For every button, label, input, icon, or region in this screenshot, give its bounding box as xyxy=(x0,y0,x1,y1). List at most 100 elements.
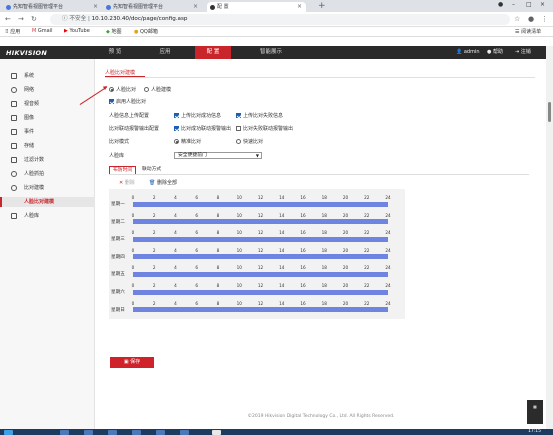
page-scrollbar[interactable] xyxy=(546,46,553,429)
hour-tick: 14 xyxy=(279,230,285,236)
hour-ticks: 0 2 4 6 8 10 12 14 16 18 20 22 24 xyxy=(132,230,391,236)
radio-precise[interactable] xyxy=(174,139,179,144)
hour-tick: 8 xyxy=(216,212,220,218)
sidebar-item-compare-model[interactable]: 比对建模 xyxy=(0,183,95,193)
hour-tick: 20 xyxy=(342,195,349,200)
upload-success-checkbox[interactable] xyxy=(174,113,179,118)
alarm-success-checkbox[interactable] xyxy=(174,126,179,131)
hour-tick: 10 xyxy=(236,300,242,306)
schedule-bar[interactable] xyxy=(133,201,388,207)
radio-fast[interactable] xyxy=(236,139,241,144)
browser-tab[interactable]: 先知智看视图管理平台 × xyxy=(3,2,102,12)
maximize-icon[interactable]: □ xyxy=(526,1,532,8)
schedule-bar[interactable] xyxy=(133,254,388,260)
close-icon[interactable]: × xyxy=(193,2,198,12)
close-icon[interactable]: × xyxy=(93,2,98,12)
sidebar-item-image[interactable]: 图像 xyxy=(0,113,95,123)
browser-tab[interactable]: 先知智看视图管理平台 × xyxy=(103,2,202,12)
user-menu[interactable]: 👤 admin xyxy=(456,46,480,59)
taskbar-app-icon[interactable] xyxy=(180,430,189,435)
schedule-bar[interactable] xyxy=(133,236,388,242)
nav-preview[interactable]: 预 览 xyxy=(97,46,133,59)
taskbar-app-icon[interactable] xyxy=(156,430,165,435)
nav-smart-display[interactable]: 智能展示 xyxy=(253,46,289,59)
bookmark-gmail[interactable]: M Gmail xyxy=(32,28,53,34)
schedule-bar[interactable] xyxy=(133,307,388,313)
day-label: 星期五 xyxy=(111,272,125,278)
day-label: 星期日 xyxy=(111,307,125,313)
nav-config[interactable]: 配 置 xyxy=(195,46,231,59)
sidebar-item-face-capture[interactable]: 人脸抓拍 xyxy=(0,169,95,179)
close-icon[interactable]: × xyxy=(297,2,302,12)
help-button[interactable]: ● 帮助 xyxy=(487,46,503,59)
reading-list[interactable]: ☰ 阅读清单 xyxy=(515,28,541,35)
radio-face-model[interactable] xyxy=(144,87,149,92)
schedule-grid[interactable]: 0 2 4 6 8 10 12 14 16 18 20 22 24 星期一 0 2 4 6 8 10 12 14 16 18 2… xyxy=(109,189,405,319)
sidebar-item-face-library[interactable]: 人脸库 xyxy=(0,211,95,221)
new-tab-icon[interactable]: + xyxy=(318,1,326,11)
sidebar-item-filter-count[interactable]: 过滤计数 xyxy=(0,155,95,165)
bookmark-youtube[interactable]: ▶ YouTube xyxy=(64,28,90,34)
taskbar-app-icon[interactable] xyxy=(84,430,93,435)
sidebar: 系统 网络 视音频 图像 事件 存储 过滤计数 人脸抓拍 比对建模 人脸比对建模… xyxy=(0,59,95,429)
sidebar-item-system[interactable]: 系统 xyxy=(0,71,95,81)
hour-tick: 6 xyxy=(195,247,199,253)
hour-tick: 12 xyxy=(257,247,264,253)
taskbar-app-icon[interactable] xyxy=(132,430,141,435)
hour-tick: 24 xyxy=(385,195,391,200)
back-icon[interactable]: ← xyxy=(5,15,11,23)
window-close-icon[interactable]: × xyxy=(540,1,545,8)
hour-tick: 4 xyxy=(174,283,177,288)
logout-button[interactable]: ⇥ 注销 xyxy=(515,46,531,59)
day-label: 星期三 xyxy=(111,237,125,243)
profile-icon[interactable]: ● xyxy=(498,1,503,8)
menu-icon[interactable]: ⋮ xyxy=(541,15,548,23)
hour-tick: 16 xyxy=(300,230,306,236)
chevron-down-icon: ▼ xyxy=(255,153,259,158)
qr-widget[interactable]: ▦ xyxy=(527,400,543,424)
start-icon[interactable] xyxy=(4,430,13,435)
browser-tab-active[interactable]: 配 置 × xyxy=(207,2,306,12)
taskbar-app-icon[interactable] xyxy=(60,430,69,435)
delete-button[interactable]: ✕ 删除 xyxy=(119,179,135,186)
schedule-bar[interactable] xyxy=(133,271,388,277)
url-field[interactable]: ⓘ 不安全 | 10.10.230.40/doc/page/config.asp xyxy=(50,14,510,25)
hour-tick: 16 xyxy=(300,195,306,200)
schedule-bar[interactable] xyxy=(133,219,388,225)
schedule-bar[interactable] xyxy=(133,289,388,295)
calendar-icon xyxy=(11,129,17,135)
save-button[interactable]: ▣ 保存 xyxy=(110,357,154,368)
hour-ticks: 0 2 4 6 8 10 12 14 16 18 20 22 24 xyxy=(132,300,391,306)
sidebar-item-face-compare-model[interactable]: 人脸比对建模 xyxy=(0,197,95,207)
radio-precise-label: 精准比对 xyxy=(181,139,202,145)
chrome-icon[interactable] xyxy=(212,430,221,435)
scrollbar-thumb[interactable] xyxy=(548,102,551,122)
taskbar-clock: 17:15 xyxy=(528,429,541,434)
face-lib-select[interactable]: 安全便捷前门 ▼ xyxy=(174,152,262,159)
section-tab[interactable]: 人脸比对建模 xyxy=(105,69,135,76)
account-icon[interactable]: ● xyxy=(528,15,534,23)
reload-icon[interactable]: ↻ xyxy=(31,15,37,23)
copyright-footer: ©2019 Hikvision Digital Technology Co., … xyxy=(247,414,395,419)
tab-arming-schedule[interactable]: 布防时间 xyxy=(109,166,137,174)
tab-linkage[interactable]: 联动方式 xyxy=(139,166,164,174)
minimize-icon[interactable]: – xyxy=(512,1,515,8)
delete-all-button[interactable]: 🗑 删除全部 xyxy=(149,179,177,186)
sidebar-item-event[interactable]: 事件 xyxy=(0,127,95,137)
alarm-fail-checkbox[interactable] xyxy=(236,126,241,131)
bookmark-qqmail[interactable]: ● QQ邮箱 xyxy=(134,28,158,35)
radio-face-compare[interactable] xyxy=(109,87,114,92)
sidebar-item-network[interactable]: 网络 xyxy=(0,85,95,95)
forward-icon[interactable]: → xyxy=(18,15,24,23)
bookmark-apps[interactable]: ⠿ 应用 xyxy=(5,28,20,35)
sidebar-item-storage[interactable]: 存储 xyxy=(0,141,95,151)
enable-compare-checkbox[interactable] xyxy=(109,99,114,104)
star-icon[interactable]: ☆ xyxy=(514,15,520,23)
day-label: 星期二 xyxy=(111,219,125,225)
hour-tick: 4 xyxy=(174,265,177,271)
nav-application[interactable]: 应用 xyxy=(147,46,183,59)
bookmark-maps[interactable]: ◆ 地图 xyxy=(106,28,121,35)
day-label: 星期一 xyxy=(111,202,125,207)
taskbar-app-icon[interactable] xyxy=(108,430,117,435)
upload-fail-checkbox[interactable] xyxy=(236,113,241,118)
